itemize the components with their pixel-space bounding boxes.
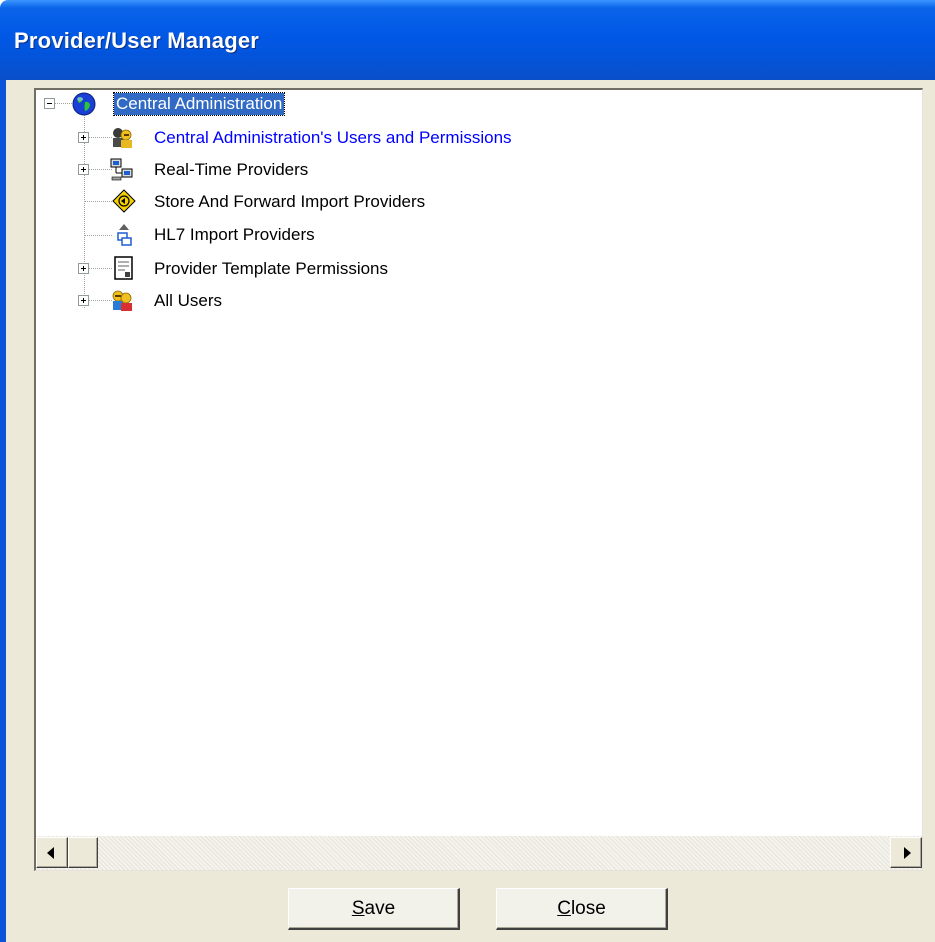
save-label: ave: [364, 897, 396, 919]
tree-view[interactable]: Central Administration Central Administr…: [34, 88, 923, 871]
tree-node-users-and-permissions[interactable]: Central Administration's Users and Permi…: [152, 127, 514, 149]
expand-toggle-real-time-providers[interactable]: [78, 164, 89, 175]
save-button[interactable]: Save: [288, 888, 460, 930]
scroll-right-button[interactable]: [890, 837, 922, 868]
globe-icon: [72, 92, 96, 116]
horizontal-scrollbar[interactable]: [36, 836, 922, 870]
hl7-import-icon: [117, 224, 132, 246]
scroll-left-button[interactable]: [36, 837, 68, 868]
collapse-toggle-root[interactable]: [44, 98, 55, 109]
tree-node-central-administration[interactable]: Central Administration: [112, 92, 286, 116]
tree-connector: [84, 201, 112, 202]
save-accelerator: S: [351, 897, 365, 919]
arrow-right-icon: [904, 847, 911, 859]
expand-toggle-template-permissions[interactable]: [78, 263, 89, 274]
tree-connector: [52, 103, 72, 104]
tree-node-real-time-providers[interactable]: Real-Time Providers: [152, 159, 310, 181]
window-title: Provider/User Manager: [14, 28, 260, 53]
arrow-left-icon: [47, 847, 54, 859]
tree-content: Central Administration Central Administr…: [36, 90, 922, 835]
expand-toggle-all-users[interactable]: [78, 295, 89, 306]
tree-node-all-users[interactable]: All Users: [152, 290, 224, 312]
expand-toggle-users-permissions[interactable]: [78, 132, 89, 143]
title-bar[interactable]: Provider/User Manager: [0, 0, 935, 80]
users-icon: [113, 128, 132, 148]
close-accelerator: C: [557, 897, 571, 919]
tree-connector: [84, 235, 112, 236]
network-computers-icon: [110, 158, 133, 181]
tree-node-store-and-forward[interactable]: Store And Forward Import Providers: [152, 191, 427, 213]
document-icon: [114, 256, 133, 280]
users-icon: [112, 290, 132, 311]
scrollbar-thumb[interactable]: [68, 837, 98, 868]
close-button[interactable]: Close: [496, 888, 668, 930]
tree-node-provider-template-permissions[interactable]: Provider Template Permissions: [152, 258, 390, 280]
tree-node-hl7-import[interactable]: HL7 Import Providers: [152, 224, 317, 246]
provider-user-manager-window: Provider/User Manager Central Administra…: [0, 0, 935, 942]
road-sign-icon: [112, 189, 136, 213]
close-label: lose: [570, 897, 606, 919]
